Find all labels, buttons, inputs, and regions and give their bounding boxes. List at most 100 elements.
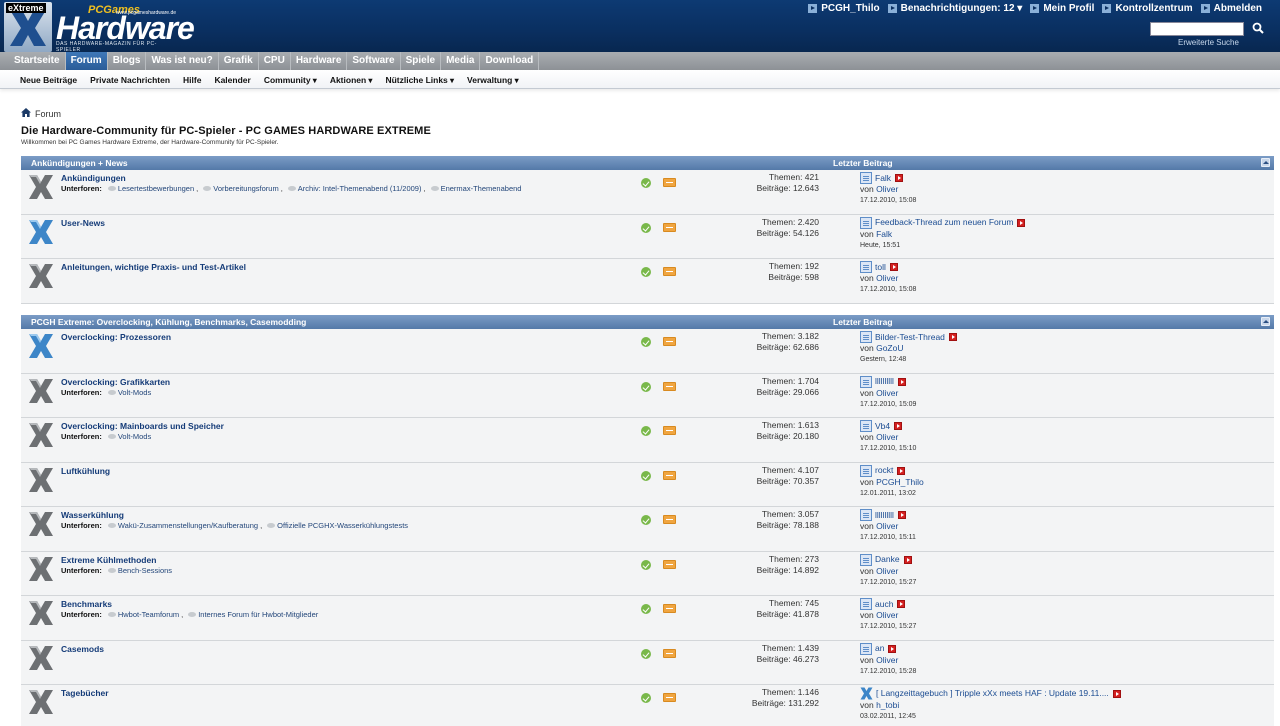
forum-name-link[interactable]: Overclocking: Grafikkarten <box>61 377 170 387</box>
subforum-link[interactable]: Vorbereitungsforum <box>213 184 278 193</box>
rss-feed-icon[interactable] <box>663 267 676 276</box>
subforum-link[interactable]: Volt-Mods <box>118 432 151 441</box>
last-post-link[interactable]: Falk <box>875 173 891 184</box>
user-nav-kontrollzentrum[interactable]: Kontrollzentrum <box>1102 3 1193 14</box>
forum-name-link[interactable]: User-News <box>61 218 105 228</box>
tab-grafik[interactable]: Grafik <box>219 52 259 70</box>
go-to-post-icon[interactable] <box>895 174 904 182</box>
subnav-private-nachrichten[interactable]: Private Nachrichten <box>90 75 170 85</box>
rss-feed-icon[interactable] <box>663 559 676 569</box>
tab-download[interactable]: Download <box>480 52 540 70</box>
forum-name-link[interactable]: Wasserkühlung <box>61 510 124 520</box>
go-to-post-icon[interactable] <box>897 600 906 608</box>
author-link[interactable]: Falk <box>876 229 892 239</box>
category-title[interactable]: PCGH Extreme: Overclocking, Kühlung, Ben… <box>31 317 306 327</box>
go-to-post-icon[interactable] <box>903 555 912 564</box>
subnav-verwaltung[interactable]: Verwaltung <box>467 75 519 85</box>
author-link[interactable]: Oliver <box>876 521 898 531</box>
home-icon[interactable] <box>21 108 31 120</box>
tab-forum[interactable]: Forum <box>65 52 108 70</box>
last-post-link[interactable]: llllllllll <box>875 510 894 521</box>
user-nav-mein-profil[interactable]: Mein Profil <box>1030 3 1094 14</box>
forum-name-link[interactable]: Ankündigungen <box>61 173 126 183</box>
subforum-link[interactable]: Lesertestbewerbungen <box>118 184 194 193</box>
forum-name-link[interactable]: Tagebücher <box>61 688 109 698</box>
last-post-link[interactable]: Bilder-Test-Thread <box>875 332 945 343</box>
last-post-link[interactable]: Feedback-Thread zum neuen Forum <box>875 217 1013 228</box>
user-nav-pcgh-thilo[interactable]: PCGH_Thilo <box>808 3 880 14</box>
user-nav-benachrichtigungen-12[interactable]: Benachrichtigungen: 12 ▾ <box>887 3 1022 14</box>
go-to-post-icon[interactable] <box>889 263 898 271</box>
category-title[interactable]: Ankündigungen + News <box>31 158 128 168</box>
rss-feed-icon[interactable] <box>663 337 676 346</box>
last-post-link[interactable]: Vb4 <box>875 421 890 432</box>
breadcrumb-forum[interactable]: Forum <box>35 109 61 119</box>
rss-feed-icon[interactable] <box>663 693 676 702</box>
last-post-link[interactable]: an <box>875 643 884 654</box>
go-to-post-icon[interactable] <box>897 466 906 475</box>
subforum-link[interactable]: Archiv: Intel-Themenabend (11/2009) <box>298 184 422 193</box>
subnav-nu-tzliche-links[interactable]: Nützliche Links <box>385 75 454 85</box>
author-link[interactable]: Oliver <box>876 432 898 442</box>
user-nav-abmelden[interactable]: Abmelden <box>1200 3 1262 14</box>
advanced-search-link[interactable]: Erweiterte Suche <box>1178 38 1239 47</box>
author-link[interactable]: Oliver <box>876 388 898 398</box>
tab-startseite[interactable]: Startseite <box>8 52 66 70</box>
site-logo[interactable]: eXtreme PCGames www.pcgameshardware.de H… <box>4 2 195 53</box>
author-link[interactable]: PCGH_Thilo <box>876 477 924 487</box>
last-post-link[interactable]: rockt <box>875 465 893 476</box>
author-link[interactable]: Oliver <box>876 566 898 576</box>
forum-name-link[interactable]: Luftkühlung <box>61 466 110 476</box>
collapse-icon[interactable] <box>1261 158 1270 167</box>
rss-feed-icon[interactable] <box>663 648 676 658</box>
rss-feed-icon[interactable] <box>663 515 676 524</box>
search-icon[interactable] <box>1252 22 1266 36</box>
author-link[interactable]: Oliver <box>876 273 898 283</box>
tab-spiele[interactable]: Spiele <box>401 52 442 70</box>
last-post-link[interactable]: llllllllll <box>875 376 894 387</box>
search-input[interactable] <box>1150 22 1244 36</box>
last-post-link[interactable]: auch <box>875 599 893 610</box>
last-post-link[interactable]: toll <box>875 262 886 273</box>
forum-name-link[interactable]: Extreme Kühlmethoden <box>61 555 156 565</box>
author-link[interactable]: Oliver <box>876 184 898 194</box>
subforum-link[interactable]: Hwbot-Teamforum <box>118 610 179 619</box>
forum-name-link[interactable]: Overclocking: Mainboards und Speicher <box>61 421 224 431</box>
subforum-link[interactable]: Offizielle PCGHX-Wasserkühlungstests <box>277 521 408 530</box>
go-to-post-icon[interactable] <box>897 511 906 519</box>
tab-was-ist-neu[interactable]: Was ist neu? <box>146 52 219 70</box>
go-to-post-icon[interactable] <box>948 333 957 341</box>
forum-name-link[interactable]: Overclocking: Prozessoren <box>61 332 171 342</box>
go-to-post-icon[interactable] <box>897 377 906 386</box>
subnav-community[interactable]: Community <box>264 75 317 85</box>
forum-name-link[interactable]: Anleitungen, wichtige Praxis- und Test-A… <box>61 262 246 272</box>
subforum-link[interactable]: Bench-Sessions <box>118 566 172 575</box>
go-to-post-icon[interactable] <box>894 422 903 430</box>
collapse-icon[interactable] <box>1261 317 1270 326</box>
go-to-post-icon[interactable] <box>888 644 897 653</box>
subforum-link[interactable]: Enermax-Themenabend <box>441 184 522 193</box>
subforum-link[interactable]: Volt-Mods <box>118 388 151 397</box>
rss-feed-icon[interactable] <box>663 470 676 480</box>
author-link[interactable]: Oliver <box>876 655 898 665</box>
subforum-link[interactable]: Internes Forum für Hwbot-Mitglieder <box>198 610 318 619</box>
tab-blogs[interactable]: Blogs <box>108 52 147 70</box>
subnav-neue-beitra-ge[interactable]: Neue Beiträge <box>20 75 77 85</box>
subforum-link[interactable]: Wakü-Zusammenstellungen/Kaufberatung <box>118 521 258 530</box>
rss-feed-icon[interactable] <box>663 604 676 613</box>
go-to-post-icon[interactable] <box>1017 218 1026 227</box>
go-to-post-icon[interactable] <box>1112 689 1121 698</box>
subnav-aktionen[interactable]: Aktionen <box>330 75 373 85</box>
tab-software[interactable]: Software <box>347 52 401 70</box>
tab-media[interactable]: Media <box>441 52 481 70</box>
forum-name-link[interactable]: Casemods <box>61 644 104 654</box>
rss-feed-icon[interactable] <box>663 222 676 232</box>
tab-hardware[interactable]: Hardware <box>291 52 348 70</box>
subnav-kalender[interactable]: Kalender <box>214 75 250 85</box>
rss-feed-icon[interactable] <box>663 178 676 187</box>
author-link[interactable]: GoZoU <box>876 343 903 353</box>
author-link[interactable]: Oliver <box>876 610 898 620</box>
last-post-link[interactable]: Danke <box>875 554 900 565</box>
rss-feed-icon[interactable] <box>663 381 676 391</box>
last-post-link[interactable]: [ Langzeittagebuch ] Tripple xXx meets H… <box>876 688 1109 699</box>
